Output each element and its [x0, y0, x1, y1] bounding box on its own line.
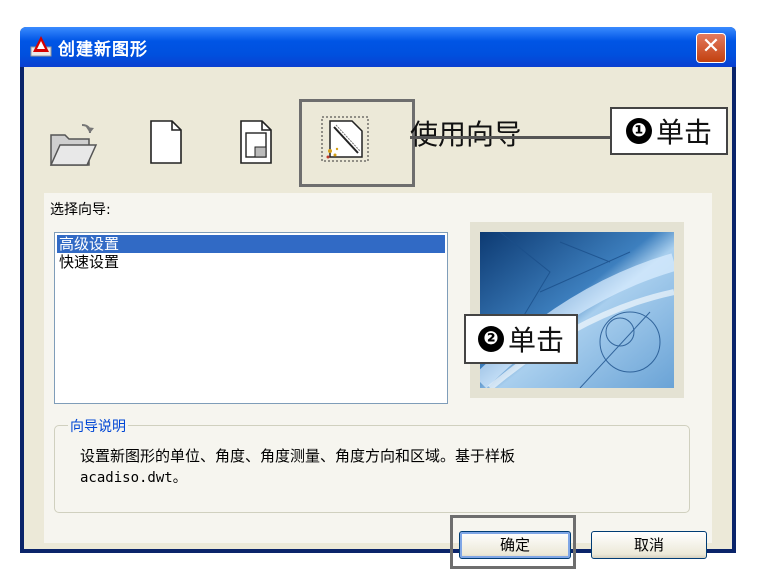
callout-number: ❶ — [625, 118, 652, 144]
create-new-drawing-dialog: 创建新图形 ✕ 使用向导 ❶ 单击 选择向导: 高级设置 快速设置 ❷ 单击 向… — [20, 27, 736, 569]
dialog-body: 使用向导 ❶ 单击 选择向导: 高级设置 快速设置 ❷ 单击 向导说明 设置新图… — [24, 67, 732, 569]
callout-text: 单击 — [655, 116, 712, 149]
title-bar[interactable]: 创建新图形 ✕ — [20, 27, 736, 67]
window-title: 创建新图形 — [58, 40, 148, 60]
list-item-quick-setup[interactable]: 快速设置 — [57, 253, 445, 271]
close-icon: ✕ — [701, 34, 721, 59]
preview-frame — [470, 222, 684, 398]
select-wizard-label: 选择向导: — [50, 202, 111, 218]
autocad-icon — [30, 36, 52, 57]
cancel-button[interactable]: 取消 — [591, 531, 707, 559]
wizard-icon-highlight — [299, 99, 415, 187]
blueprint-preview-image — [480, 232, 674, 388]
blank-page-icon[interactable] — [148, 119, 184, 165]
ok-button[interactable]: 确定 — [459, 531, 571, 559]
template-page-icon[interactable] — [238, 119, 274, 165]
description-template-file: acadiso.dwt。 — [80, 470, 187, 486]
list-item-advanced-setup[interactable]: 高级设置 — [57, 235, 445, 253]
description-group-title: 向导说明 — [68, 416, 128, 436]
callout1-connector — [410, 136, 612, 139]
callout-step-1: ❶ 单击 — [610, 107, 728, 155]
description-text: 设置新图形的单位、角度、角度测量、角度方向和区域。基于样板 — [80, 447, 516, 465]
close-button[interactable]: ✕ — [696, 33, 726, 63]
callout-number: ❷ — [477, 326, 504, 352]
callout-text: 单击 — [507, 324, 564, 357]
wizard-heading: 使用向导 — [410, 118, 523, 151]
folder-open-icon[interactable] — [48, 121, 98, 167]
callout-step-2: ❷ 单击 — [464, 314, 578, 364]
wizard-listbox[interactable]: 高级设置 快速设置 — [54, 232, 448, 404]
